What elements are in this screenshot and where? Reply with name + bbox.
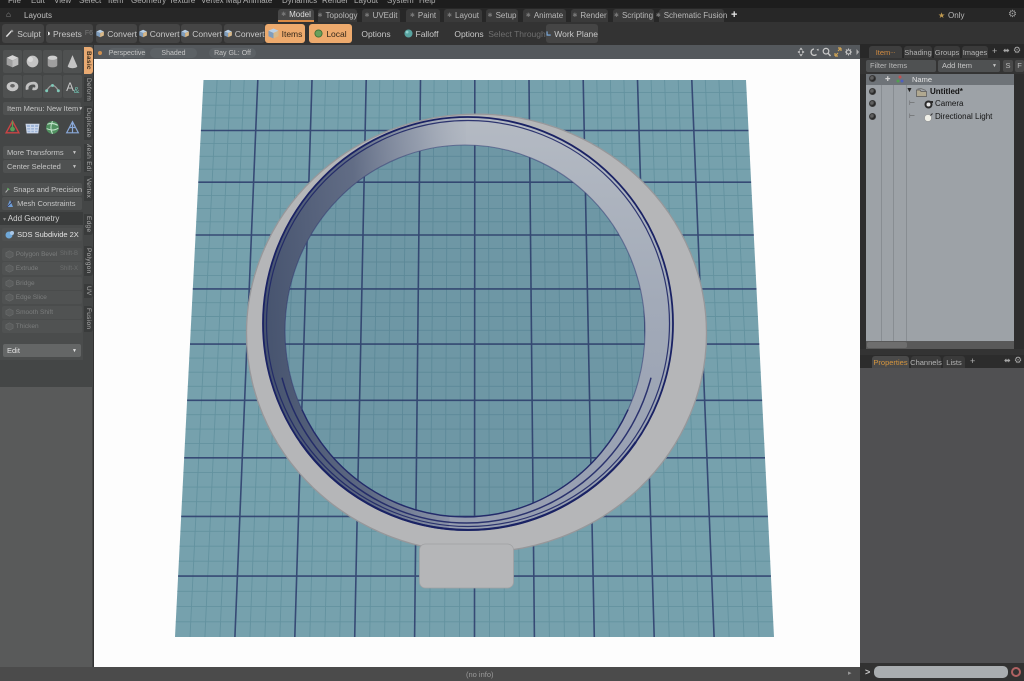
svg-text:&: & (74, 85, 80, 95)
